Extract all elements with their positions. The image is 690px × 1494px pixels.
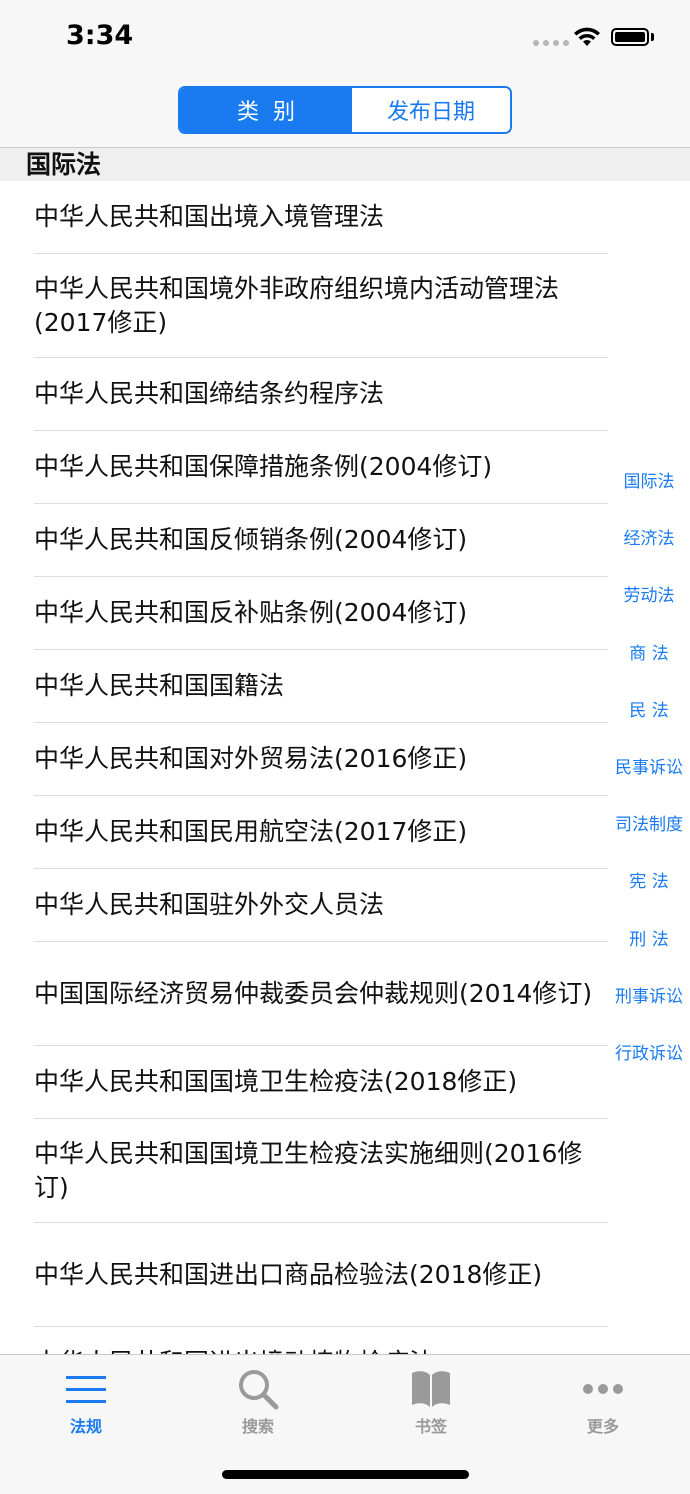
index-item[interactable]: 刑事诉讼: [608, 981, 690, 1038]
index-item[interactable]: 经济法: [608, 523, 690, 580]
list-item[interactable]: 中华人民共和国国籍法: [34, 650, 608, 723]
home-indicator: [222, 1470, 469, 1479]
index-item[interactable]: 行政诉讼: [608, 1038, 690, 1095]
navigation-bar: 类别 发布日期: [0, 80, 690, 148]
law-list[interactable]: 中华人民共和国出境入境管理法 中华人民共和国境外非政府组织境内活动管理法(201…: [0, 181, 608, 1354]
list-item[interactable]: 中华人民共和国进出境动植物检疫法: [34, 1327, 608, 1354]
list-item-title: 中华人民共和国民用航空法(2017修正): [34, 817, 468, 846]
list-item-title: 中华人民共和国进出境动植物检疫法: [34, 1346, 448, 1354]
list-item[interactable]: 中华人民共和国缔结条约程序法: [34, 358, 608, 431]
list-item-title: 中华人民共和国对外贸易法(2016修正): [34, 744, 468, 773]
index-item[interactable]: 国际法: [608, 466, 690, 523]
tab-label: 书签: [414, 1417, 447, 1436]
index-item[interactable]: 司法制度: [608, 809, 690, 866]
tab-label: 搜索: [241, 1417, 274, 1436]
section-header: 国际法: [0, 148, 690, 181]
list-item-title: 中华人民共和国反倾销条例(2004修订): [34, 525, 468, 554]
list-item[interactable]: 中华人民共和国民用航空法(2017修正): [34, 796, 608, 869]
segment-publish-date[interactable]: 发布日期: [352, 88, 510, 132]
tab-more[interactable]: 更多: [543, 1355, 663, 1445]
list-item-title: 中华人民共和国出境入境管理法: [34, 202, 385, 231]
list-item-title: 中国国际经济贸易仲裁委员会仲裁规则(2014修订): [34, 978, 593, 1008]
list-item[interactable]: 中华人民共和国反倾销条例(2004修订): [34, 504, 608, 577]
list-item-title: 中华人民共和国国境卫生检疫法(2018修正): [34, 1067, 518, 1096]
status-time: 3:34: [66, 20, 134, 51]
index-item[interactable]: 刑 法: [608, 924, 690, 981]
list-item-title: 中华人民共和国境外非政府组织境内活动管理法(2017修正): [34, 273, 560, 337]
section-title: 国际法: [26, 150, 102, 179]
list-item-title: 中华人民共和国驻外外交人员法: [34, 890, 385, 919]
book-icon: [412, 1371, 450, 1407]
segmented-control: 类别 发布日期: [178, 86, 512, 134]
index-item[interactable]: 劳动法: [608, 580, 690, 637]
list-item[interactable]: 中华人民共和国国境卫生检疫法(2018修正): [34, 1046, 608, 1119]
list-item[interactable]: 中华人民共和国国境卫生检疫法实施细则(2016修订): [34, 1119, 608, 1223]
index-item[interactable]: 宪 法: [608, 866, 690, 923]
more-icon: [583, 1384, 623, 1394]
segment-category[interactable]: 类别: [180, 88, 352, 132]
list-item-title: 中华人民共和国缔结条约程序法: [34, 379, 385, 408]
list-item[interactable]: 中华人民共和国出境入境管理法: [34, 181, 608, 254]
index-item[interactable]: 商 法: [608, 638, 690, 695]
status-bar: 3:34: [0, 0, 690, 80]
list-item[interactable]: 中华人民共和国对外贸易法(2016修正): [34, 723, 608, 796]
list-item[interactable]: 中华人民共和国驻外外交人员法: [34, 869, 608, 942]
tab-search[interactable]: 搜索: [198, 1355, 318, 1445]
list-item-title: 中华人民共和国进出口商品检验法(2018修正): [34, 1259, 543, 1289]
list-item[interactable]: 中华人民共和国保障措施条例(2004修订): [34, 431, 608, 504]
section-index[interactable]: 国际法 经济法 劳动法 商 法 民 法 民事诉讼 司法制度 宪 法 刑 法 刑事…: [608, 466, 690, 1095]
tab-label: 更多: [586, 1417, 619, 1436]
list-item-title: 中华人民共和国保障措施条例(2004修订): [34, 452, 493, 481]
index-item[interactable]: 民事诉讼: [608, 752, 690, 809]
wifi-icon: [574, 27, 600, 46]
tab-laws[interactable]: 法规: [26, 1355, 146, 1445]
list-item[interactable]: 中华人民共和国进出口商品检验法(2018修正): [34, 1223, 608, 1327]
list-icon: [66, 1376, 106, 1403]
battery-icon: [611, 28, 649, 46]
list-item-title: 中华人民共和国国境卫生检疫法实施细则(2016修订): [34, 1138, 583, 1202]
cellular-signal-icon: [533, 40, 569, 46]
search-icon: [239, 1370, 279, 1410]
tab-bookmarks[interactable]: 书签: [371, 1355, 491, 1445]
list-item[interactable]: 中华人民共和国境外非政府组织境内活动管理法(2017修正): [34, 254, 608, 358]
tab-label: 法规: [69, 1417, 102, 1436]
list-item[interactable]: 中国国际经济贸易仲裁委员会仲裁规则(2014修订): [34, 942, 608, 1046]
battery-tip: [651, 33, 654, 41]
list-item-title: 中华人民共和国反补贴条例(2004修订): [34, 598, 468, 627]
list-item[interactable]: 中华人民共和国反补贴条例(2004修订): [34, 577, 608, 650]
list-item-title: 中华人民共和国国籍法: [34, 671, 285, 700]
index-item[interactable]: 民 法: [608, 695, 690, 752]
